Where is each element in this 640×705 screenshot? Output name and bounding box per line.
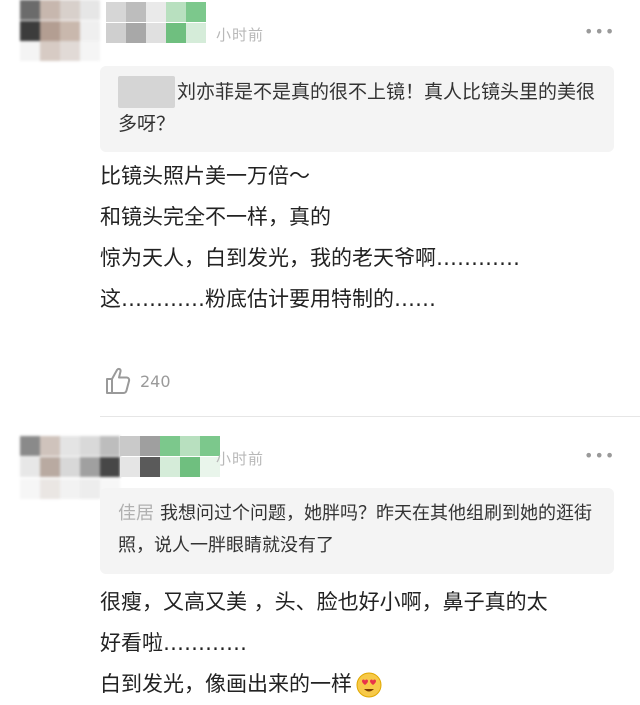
comment-line: 和镜头完全不一样，真的 <box>100 205 331 229</box>
comment-line-text: 白到发光，像画出来的一样 <box>100 672 352 696</box>
like-count: 240 <box>140 371 171 391</box>
quote-text: 我想问过个问题，她胖吗？昨天在其他组刷到她的逛街照，说人一胖眼睛就没有了 <box>118 503 592 556</box>
comment-line: 比镜头照片美一万倍～ <box>100 164 310 188</box>
thumbs-up-icon <box>106 367 131 394</box>
comment-time: 小时前 <box>216 26 265 44</box>
comment-item: 小时前 ••• 某某某刘亦菲是不是真的很不上镜！真人比镜头里的美很多呀？ 比镜头… <box>0 0 640 418</box>
comment-line: 白到发光，像画出来的一样 <box>100 664 620 705</box>
avatar[interactable] <box>20 0 106 62</box>
like-button[interactable]: 240 <box>104 366 171 396</box>
more-dots-icon[interactable]: ••• <box>584 446 615 465</box>
quote-text: 刘亦菲是不是真的很不上镜！真人比镜头里的美很多呀？ <box>118 81 596 135</box>
divider <box>100 416 640 417</box>
comment-item: 小时前 ••• 佳居 我想问过个问题，她胖吗？昨天在其他组刷到她的逛街照，说人一胖… <box>0 418 640 698</box>
comment-body: 很瘦，又高又美 ，头、脸也好小啊，鼻子真的太 好看啦………… 白到发光，像画出来… <box>100 582 620 705</box>
quote-author-redacted: 某某某 <box>118 76 176 108</box>
comment-line: 惊为天人，白到发光，我的老天爷啊………… <box>100 246 520 270</box>
quoted-comment[interactable]: 佳居 我想问过个问题，她胖吗？昨天在其他组刷到她的逛街照，说人一胖眼睛就没有了 <box>100 488 614 574</box>
more-dots-icon[interactable]: ••• <box>584 22 615 41</box>
heart-eyes-emoji-icon <box>356 672 382 698</box>
comment-line: 好看啦………… <box>100 631 247 655</box>
comment-body: 比镜头照片美一万倍～ 和镜头完全不一样，真的 惊为天人，白到发光，我的老天爷啊…… <box>100 156 620 320</box>
quote-author: 佳居 <box>118 503 154 524</box>
username[interactable] <box>106 2 206 44</box>
comment-time: 小时前 <box>216 450 265 468</box>
comment-line: 很瘦，又高又美 ，头、脸也好小啊，鼻子真的太 <box>100 590 548 614</box>
username[interactable] <box>120 436 220 478</box>
comment-line: 这…………粉底估计要用特制的…… <box>100 287 436 311</box>
quoted-comment[interactable]: 某某某刘亦菲是不是真的很不上镜！真人比镜头里的美很多呀？ <box>100 66 614 152</box>
